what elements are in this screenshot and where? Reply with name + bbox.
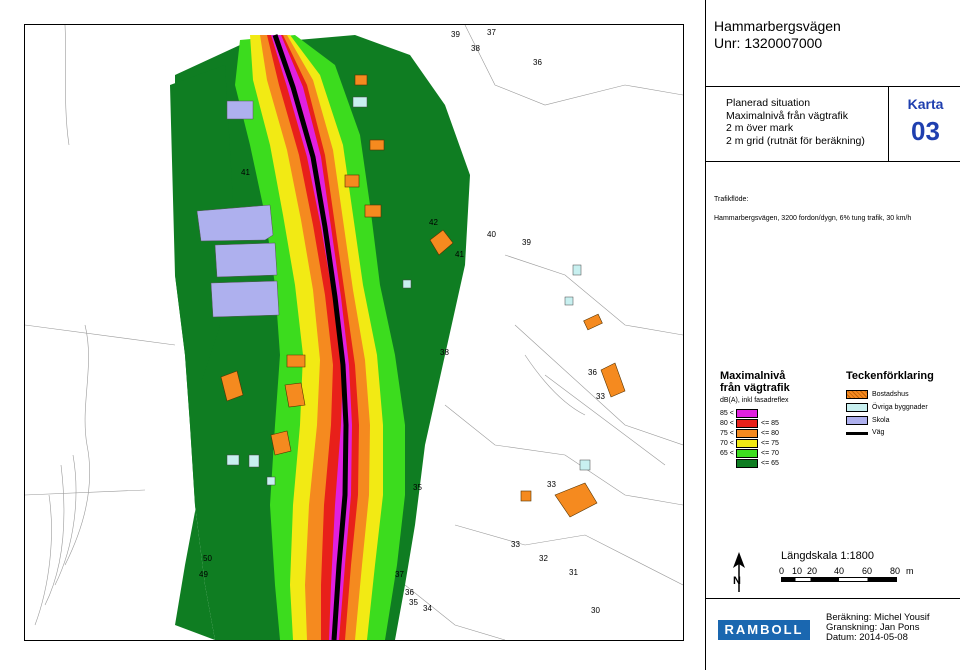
map-description: Planerad situation Maximalnivå från vägt…: [726, 97, 865, 147]
north-label: N: [733, 575, 741, 587]
map-label: 38: [440, 348, 449, 357]
map-label: 36: [405, 588, 414, 597]
description-line: Planerad situation: [726, 97, 811, 109]
karta-label: Karta: [907, 96, 944, 112]
map-label: 41: [241, 168, 250, 177]
legend-swatch-road: [846, 432, 868, 435]
legend-swatch-school: [846, 416, 868, 425]
ramboll-logo: RAMBOLL: [718, 620, 810, 640]
map-label: 38: [471, 44, 480, 53]
map-label: 37: [487, 28, 496, 37]
divider: [706, 598, 960, 599]
scale-tick: 0: [779, 566, 785, 576]
legend-label-other-buildings: Övriga byggnader: [872, 404, 928, 411]
legend-label-road: Väg: [872, 429, 885, 436]
map-label: 35: [413, 483, 422, 492]
karta-box: Karta 03: [888, 86, 960, 161]
legend-swatch-other-buildings: [846, 403, 868, 412]
project-title: Hammarbergsvägen Unr: 1320007000: [714, 18, 841, 52]
traffic-label: Trafikflöde:: [714, 196, 749, 203]
description-line: 2 m över mark: [726, 122, 794, 134]
map-label: 30: [591, 606, 600, 615]
map-label: 33: [511, 540, 520, 549]
scale-tick: 10: [792, 566, 803, 576]
divider: [706, 161, 960, 162]
map-label: 33: [547, 480, 556, 489]
credit-date: Datum: 2014-05-08: [826, 632, 908, 643]
karta-number: 03: [911, 116, 940, 146]
map-label: 50: [203, 554, 212, 563]
map-label: 35: [409, 598, 418, 607]
map-label: 34: [423, 604, 432, 613]
title-block: Hammarbergsvägen Unr: 1320007000 Planera…: [705, 0, 960, 670]
scale-bar: [781, 577, 897, 582]
scale-unit: m: [906, 566, 914, 576]
project-number: Unr: 1320007000: [714, 35, 823, 51]
map-label: 31: [569, 568, 578, 577]
map-label: 42: [429, 218, 438, 227]
map-label: 36: [533, 58, 542, 67]
map-label: 37: [395, 570, 404, 579]
scale-tick: 20: [807, 566, 818, 576]
map-label: 40: [487, 230, 496, 239]
scale-tick: 60: [862, 566, 873, 576]
map-label: 33: [596, 392, 605, 401]
map-label: 49: [199, 570, 208, 579]
traffic-text: Hammarbergsvägen, 3200 fordon/dygn, 6% t…: [714, 215, 912, 222]
project-name: Hammarbergsvägen: [714, 18, 841, 34]
noise-map[interactable]: 39 37 38 36 40 39 41 42 38 36 33 33 35 5…: [24, 24, 684, 641]
legend-swatch-residential: [846, 390, 868, 399]
description-line: Maximalnivå från vägtrafik: [726, 109, 848, 122]
legend-label-school: Skola: [872, 417, 890, 424]
scale-tick: 40: [834, 566, 845, 576]
legend-label-residential: Bostadshus: [872, 391, 909, 398]
scale-title: Längdskala 1:1800: [781, 550, 874, 562]
map-label: 32: [539, 554, 548, 563]
map-label: 36: [588, 368, 597, 377]
description-line: 2 m grid (rutnät för beräkning): [726, 134, 865, 147]
map-label: 39: [522, 238, 531, 247]
map-label: 39: [451, 30, 460, 39]
noise-map-canvas: 39 37 38 36 40 39 41 42 38 36 33 33 35 5…: [25, 25, 683, 640]
symbol-legend-title: Teckenförklaring: [846, 370, 934, 382]
map-label: 41: [455, 250, 464, 259]
scale-tick: 80: [890, 566, 901, 576]
